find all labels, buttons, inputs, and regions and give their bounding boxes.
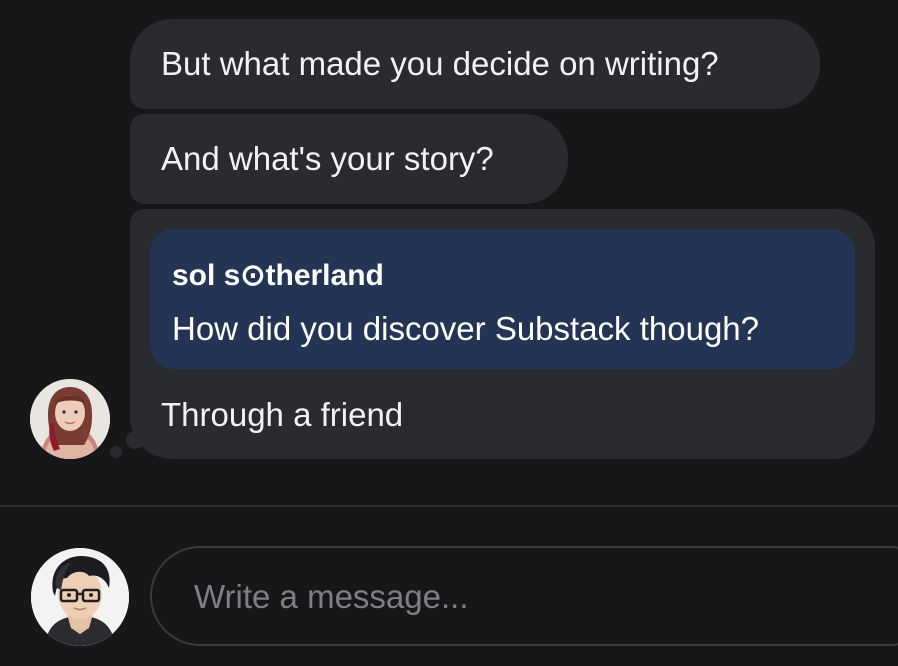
reply-message-bubble[interactable]: sol s⊙therland How did you discover Subs… [130,209,875,459]
message-text: But what made you decide on writing? [161,45,719,82]
message-bubble[interactable]: And what's your story? [130,114,568,204]
quoted-message[interactable]: sol s⊙therland How did you discover Subs… [150,229,855,369]
quoted-text: How did you discover Substack though? [172,310,760,347]
message-text: And what's your story? [161,140,494,177]
message-input[interactable] [192,570,836,624]
divider [0,505,898,507]
bubble-tail [126,431,144,449]
user-avatar[interactable] [31,548,129,646]
message-thread: But what made you decide on writing? And… [0,0,898,505]
message-text: Through a friend [161,396,404,433]
message-bubble[interactable]: But what made you decide on writing? [130,19,820,109]
message-composer[interactable] [150,546,898,646]
sender-avatar[interactable] [30,379,110,459]
bubble-tail [110,446,122,458]
quoted-author: sol s⊙therland [172,259,384,292]
